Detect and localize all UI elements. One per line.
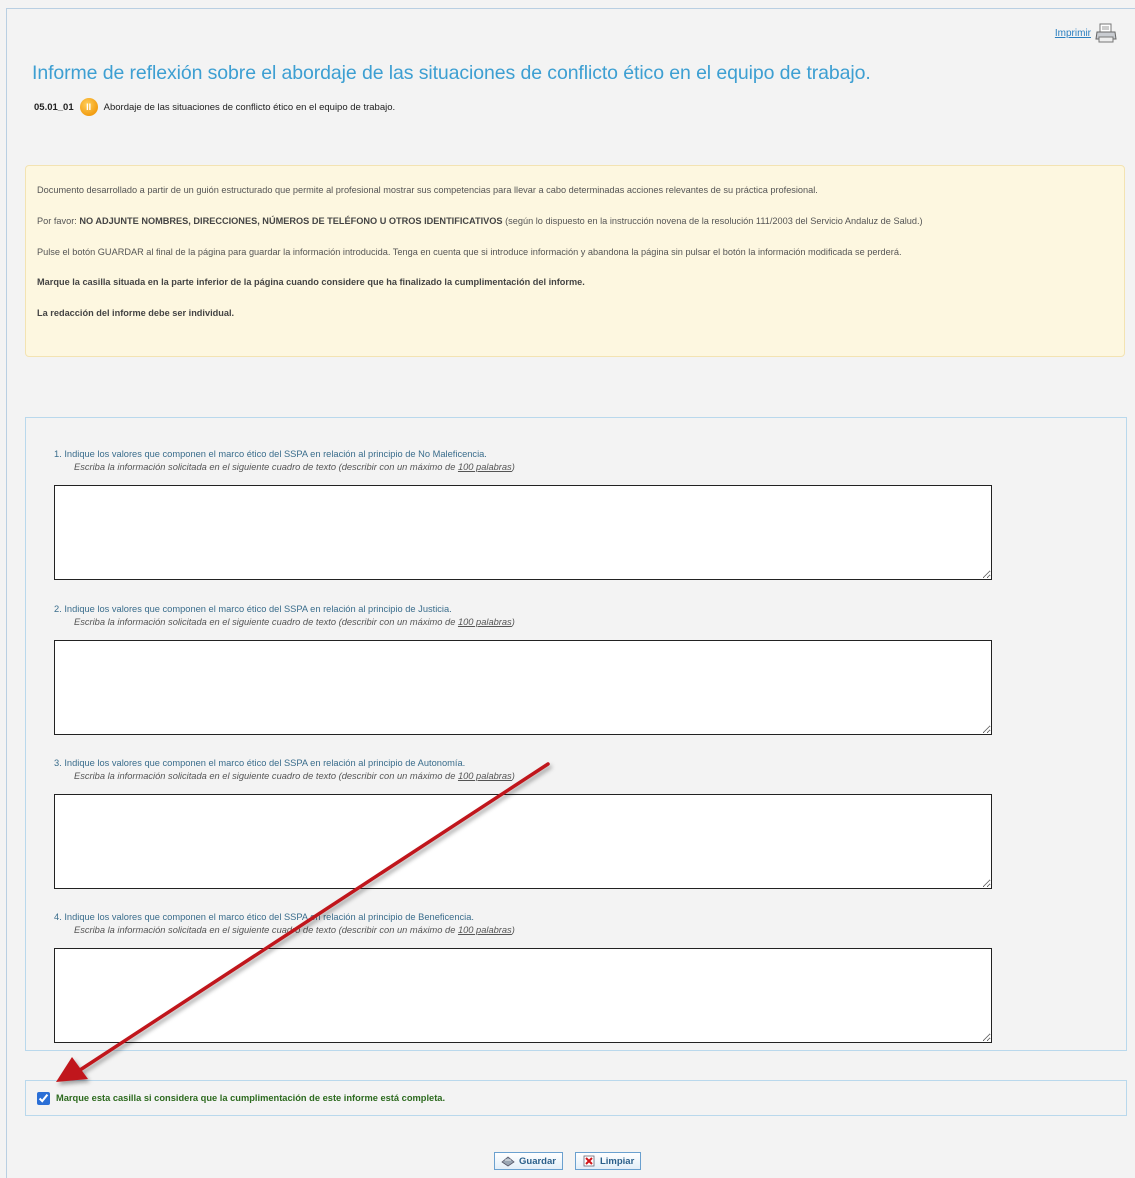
clear-button[interactable]: Limpiar [574, 1152, 642, 1170]
instructions-box: Documento desarrollado a partir de un gu… [25, 165, 1125, 357]
questions-panel: 1. Indique los valores que componen el m… [25, 417, 1127, 1051]
answer-textarea-4[interactable] [54, 948, 992, 1043]
question-label: 3. Indique los valores que componen el m… [54, 758, 466, 768]
complete-checkbox-row: Marque esta casilla si considera que la … [25, 1080, 1127, 1116]
competence-text: Abordaje de las situaciones de conflicto… [103, 101, 396, 113]
save-button-label: Guardar [519, 1155, 556, 1167]
answer-textarea-2[interactable] [54, 640, 992, 735]
print-label[interactable]: Imprimir [1055, 28, 1091, 39]
question-4: 4. Indique los valores que componen el m… [54, 912, 994, 1043]
save-icon [501, 1156, 515, 1167]
instruction-line: La redacción del informe debe ser indivi… [37, 308, 235, 319]
complete-checkbox[interactable] [37, 1091, 50, 1105]
instruction-line: Marque la casilla situada en la parte in… [37, 277, 585, 288]
question-1: 1. Indique los valores que componen el m… [54, 449, 994, 580]
form-buttons: Guardar Limpiar [494, 1152, 642, 1170]
page-title: Informe de reflexión sobre el abordaje d… [32, 62, 871, 84]
printer-icon[interactable] [1095, 22, 1117, 44]
question-2: 2. Indique los valores que componen el m… [54, 604, 994, 735]
clear-button-label: Limpiar [599, 1155, 635, 1167]
answer-textarea-1[interactable] [54, 485, 992, 580]
clear-icon [583, 1155, 595, 1167]
question-hint: Escriba la información solicitada en el … [74, 462, 515, 472]
question-hint: Escriba la información solicitada en el … [74, 925, 515, 935]
question-label: 4. Indique los valores que componen el m… [54, 912, 474, 922]
question-hint: Escriba la información solicitada en el … [74, 617, 515, 627]
question-label: 2. Indique los valores que componen el m… [54, 604, 452, 614]
save-button[interactable]: Guardar [494, 1152, 563, 1170]
complete-checkbox-label[interactable]: Marque esta casilla si considera que la … [56, 1093, 445, 1103]
level-badge-icon: II [79, 98, 98, 116]
answer-textarea-3[interactable] [54, 794, 992, 889]
instruction-line: Por favor: NO ADJUNTE NOMBRES, DIRECCION… [37, 215, 923, 226]
instruction-line: Documento desarrollado a partir de un gu… [37, 185, 818, 195]
question-3: 3. Indique los valores que componen el m… [54, 758, 994, 889]
question-hint: Escriba la información solicitada en el … [74, 771, 515, 781]
instruction-line: Pulse el botón GUARDAR al final de la pá… [37, 246, 902, 257]
competence-code: 05.01_01 [34, 101, 74, 113]
question-label: 1. Indique los valores que componen el m… [54, 449, 487, 459]
print-link[interactable]: Imprimir [1055, 22, 1117, 44]
competence-row: 05.01_01 II Abordaje de las situaciones … [34, 98, 395, 116]
